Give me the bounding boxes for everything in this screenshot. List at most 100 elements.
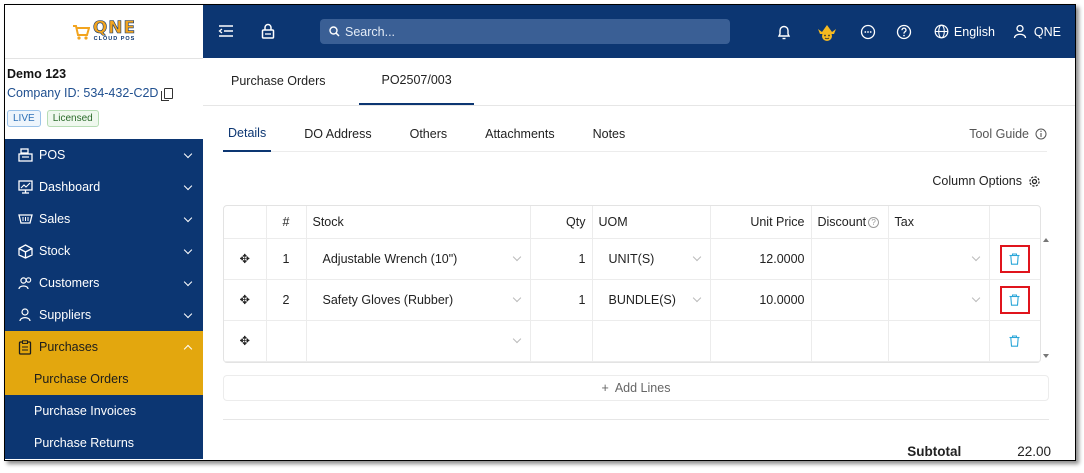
table-row: ✥ 2 Safety Gloves (Rubber) 1 BUNDLE(S) 1…: [224, 279, 1040, 321]
unit-price-cell[interactable]: 10.0000: [710, 279, 812, 321]
sidebar-item-stock[interactable]: Stock: [5, 235, 203, 267]
tax-cell[interactable]: [888, 238, 990, 280]
table-header-row: # Stock Qty UOM Unit Price Discount? Tax: [224, 206, 1040, 239]
tab-attachments[interactable]: Attachments: [480, 116, 559, 152]
subtotal-label: Subtotal: [907, 444, 962, 459]
column-header-tax[interactable]: Tax: [888, 206, 990, 239]
column-header-uom[interactable]: UOM: [592, 206, 711, 239]
customers-icon: [17, 275, 33, 291]
discount-cell[interactable]: [811, 238, 889, 280]
sidebar-subitem-purchase-orders[interactable]: Purchase Orders: [5, 363, 203, 395]
sidebar-item-dashboard[interactable]: Dashboard: [5, 171, 203, 203]
sidebar-item-suppliers[interactable]: Suppliers: [5, 299, 203, 331]
delete-row-button[interactable]: [999, 285, 1030, 314]
gear-icon: [1029, 175, 1040, 187]
tab-details[interactable]: Details: [223, 116, 272, 152]
document-tabs: Purchase Orders PO2507/003: [203, 58, 1075, 106]
bell-icon[interactable]: [775, 23, 793, 41]
chevron-down-icon: [183, 309, 193, 318]
sidebar-item-sales[interactable]: Sales: [5, 203, 203, 235]
scroll-up-arrow[interactable]: [1043, 238, 1049, 242]
user-icon[interactable]: [1011, 23, 1029, 41]
tab-purchase-orders[interactable]: Purchase Orders: [217, 57, 339, 105]
help-icon[interactable]: [895, 23, 913, 41]
chevron-down-icon: [512, 252, 521, 261]
column-header-stock[interactable]: Stock: [306, 206, 531, 239]
search-icon: [329, 26, 340, 37]
menu-collapse-icon[interactable]: [217, 22, 235, 40]
trash-icon: [1009, 253, 1020, 265]
qty-cell[interactable]: 1: [530, 279, 593, 321]
column-header-qty[interactable]: Qty: [530, 206, 593, 239]
unit-price-cell[interactable]: 12.0000: [710, 238, 812, 280]
tool-guide-button[interactable]: Tool Guide: [969, 127, 1047, 141]
sidebar-item-label: Suppliers: [39, 308, 92, 322]
discount-cell[interactable]: [811, 320, 889, 362]
column-options-button[interactable]: Column Options: [932, 174, 1041, 188]
chevron-down-icon: [183, 149, 193, 158]
language-selector[interactable]: English: [954, 25, 995, 39]
row-index: 1: [266, 238, 307, 280]
column-header-unit-price[interactable]: Unit Price: [710, 206, 812, 239]
licensed-badge: Licensed: [46, 110, 99, 127]
chevron-down-icon: [692, 252, 701, 261]
sidebar-nav: POS Dashboard Sales Stock Customers Supp…: [5, 139, 203, 459]
drag-handle-icon[interactable]: ✥: [224, 320, 267, 362]
qty-cell[interactable]: [530, 320, 593, 362]
stock-cell[interactable]: Adjustable Wrench (10"): [306, 238, 531, 280]
uom-cell[interactable]: UNIT(S): [592, 238, 711, 280]
add-lines-button[interactable]: + Add Lines: [223, 375, 1049, 401]
discount-header-label: Discount: [817, 214, 867, 229]
uom-value: UNIT(S): [608, 251, 655, 266]
user-name[interactable]: QNE: [1034, 25, 1061, 39]
globe-icon[interactable]: [933, 23, 951, 41]
tab-po-document[interactable]: PO2507/003: [359, 57, 474, 105]
sidebar-item-purchases[interactable]: Purchases: [5, 331, 203, 363]
uom-cell[interactable]: BUNDLE(S): [592, 279, 711, 321]
line-items-table: # Stock Qty UOM Unit Price Discount? Tax: [223, 205, 1041, 363]
cart-logo-icon: [72, 24, 90, 40]
sidebar-subitem-purchase-returns[interactable]: Purchase Returns: [5, 427, 203, 459]
sidebar-subitem-purchase-invoices[interactable]: Purchase Invoices: [5, 395, 203, 427]
drag-handle-icon[interactable]: ✥: [224, 279, 267, 321]
register-icon: [17, 147, 33, 163]
copy-icon[interactable]: [161, 87, 174, 101]
tab-notes[interactable]: Notes: [588, 116, 631, 152]
tab-do-address[interactable]: DO Address: [299, 116, 376, 152]
crown-mascot-icon[interactable]: [815, 23, 839, 41]
plus-icon: +: [601, 381, 609, 395]
stock-cell[interactable]: Safety Gloves (Rubber): [306, 279, 531, 321]
chevron-down-icon: [183, 181, 193, 190]
lock-icon[interactable]: [259, 22, 277, 40]
unit-price-cell[interactable]: [710, 320, 812, 362]
tax-cell[interactable]: [888, 320, 990, 362]
discount-cell[interactable]: [811, 279, 889, 321]
delete-row-button[interactable]: [1000, 327, 1030, 355]
delete-row-button[interactable]: [999, 244, 1030, 273]
table-row: ✥ 1 Adjustable Wrench (10") 1 UNIT(S) 12…: [224, 238, 1040, 280]
scroll-down-arrow[interactable]: [1043, 354, 1049, 358]
search-placeholder: Search...: [345, 24, 396, 39]
logo-main-text: QNE: [92, 18, 137, 39]
question-icon[interactable]: ?: [868, 216, 880, 228]
tax-cell[interactable]: [888, 279, 990, 321]
drag-handle-icon[interactable]: ✥: [224, 238, 267, 280]
stock-cell[interactable]: [306, 320, 531, 362]
column-header-discount[interactable]: Discount?: [811, 206, 889, 239]
subtotal-row: Subtotal 22.00: [907, 444, 1051, 459]
qty-cell[interactable]: 1: [530, 238, 593, 280]
sidebar-item-customers[interactable]: Customers: [5, 267, 203, 299]
chevron-down-icon: [971, 252, 980, 261]
logo-sub-text: CLOUD POS: [93, 36, 136, 43]
stock-value: Safety Gloves (Rubber): [322, 292, 454, 307]
tab-others[interactable]: Others: [405, 116, 453, 152]
app-logo[interactable]: QNE CLOUD POS: [72, 18, 137, 43]
sidebar-item-pos[interactable]: POS: [5, 139, 203, 171]
supplier-person-icon: [17, 307, 33, 323]
search-input[interactable]: Search...: [320, 19, 730, 44]
sidebar-item-label: Dashboard: [39, 180, 101, 194]
chevron-down-icon: [183, 277, 193, 286]
chat-icon[interactable]: [859, 23, 877, 41]
uom-cell[interactable]: [592, 320, 711, 362]
info-icon: [1035, 128, 1047, 139]
